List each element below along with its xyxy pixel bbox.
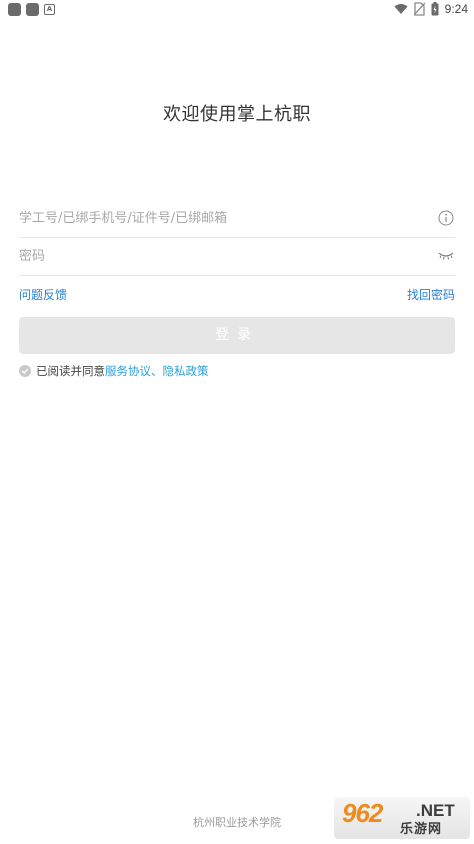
watermark-text: 乐游网 — [400, 822, 443, 837]
agreement-prefix: 已阅读并同意 — [36, 364, 105, 378]
page-title: 欢迎使用掌上杭职 — [163, 104, 311, 125]
status-time: 9:24 — [444, 2, 468, 16]
wifi-icon — [394, 4, 408, 14]
password-field — [19, 238, 455, 276]
eye-closed-icon[interactable] — [437, 247, 455, 265]
status-bar-left: A — [8, 3, 55, 16]
status-bar: A 9:24 — [0, 0, 474, 22]
agreement-separator: 、 — [151, 364, 163, 378]
password-input[interactable] — [19, 238, 419, 274]
info-icon[interactable] — [437, 209, 455, 227]
notification-icon — [26, 3, 39, 16]
feedback-link[interactable]: 问题反馈 — [19, 286, 67, 303]
privacy-policy-link[interactable]: 隐私政策 — [163, 363, 209, 379]
account-field — [19, 200, 455, 238]
watermark-number: 962 — [342, 798, 383, 828]
forgot-password-link[interactable]: 找回密码 — [407, 286, 455, 303]
service-agreement-link[interactable]: 服务协议 — [105, 363, 151, 379]
notification-icon — [8, 3, 21, 16]
agreement-checkbox[interactable] — [19, 365, 31, 377]
watermark-logo: 962 .NET 乐游网 — [334, 797, 470, 839]
agreement-row: 已阅读并同意 服务协议 、 隐私政策 — [19, 363, 209, 379]
status-bar-right: 9:24 — [394, 2, 468, 16]
battery-icon — [431, 2, 439, 16]
no-sim-icon — [413, 2, 425, 16]
login-button[interactable]: 登录 — [19, 317, 455, 354]
app-a-icon: A — [44, 4, 55, 15]
links-row: 问题反馈 找回密码 — [19, 286, 455, 302]
account-input[interactable] — [19, 200, 419, 236]
